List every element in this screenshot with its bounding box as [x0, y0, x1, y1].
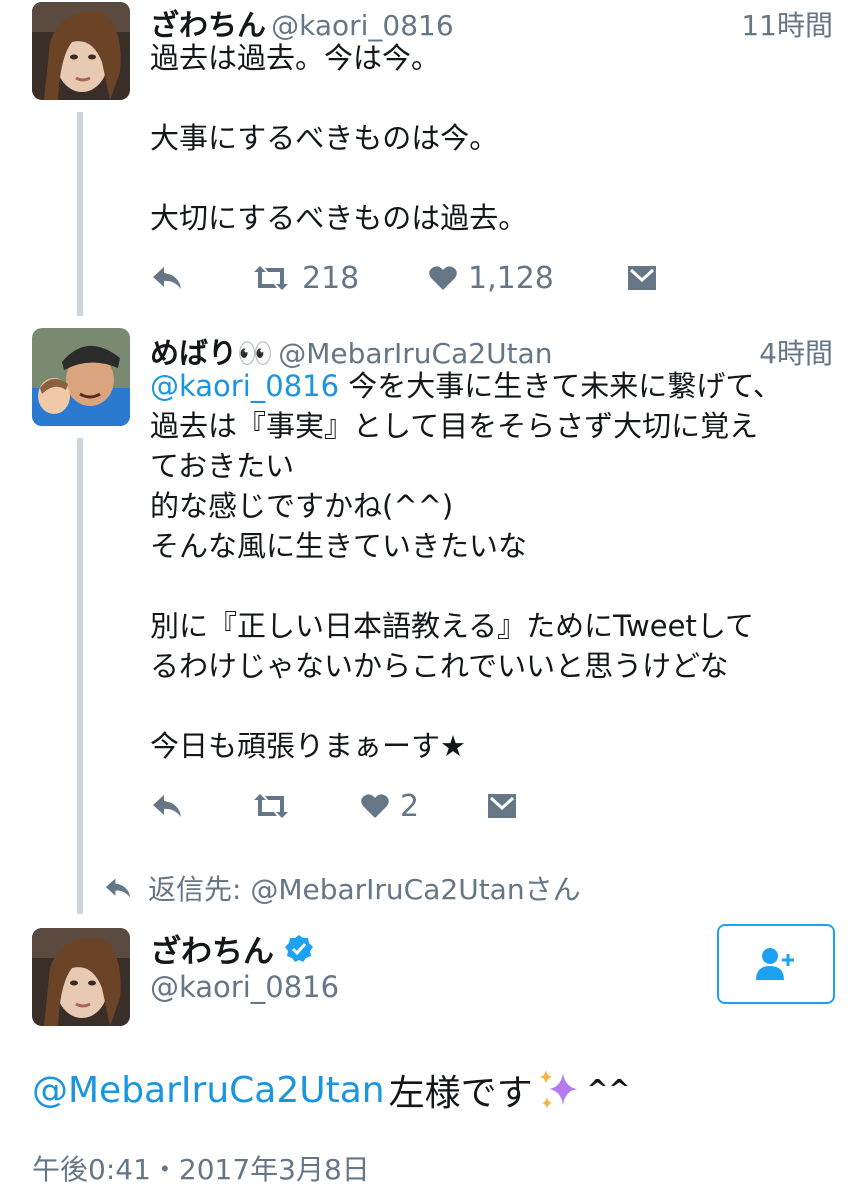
thread-line: [77, 112, 83, 316]
avatar[interactable]: [32, 928, 130, 1026]
reply-button[interactable]: [150, 786, 184, 826]
tweet-timestamp[interactable]: 午後0:41・2017年3月8日: [32, 1148, 370, 1188]
retweet-button[interactable]: [250, 786, 292, 826]
main-tweet-text: @MebarIruCa2Utan 左様です ^^: [32, 1064, 630, 1116]
tweet-text-tail: ^^: [586, 1075, 631, 1105]
tweet-actions: 218 1,128: [150, 258, 850, 298]
reply-icon: [153, 795, 181, 817]
avatar[interactable]: [32, 328, 130, 426]
dm-button[interactable]: [486, 786, 518, 826]
user-handle[interactable]: @kaori_0816: [150, 970, 339, 1004]
reply-icon: [105, 878, 131, 898]
like-button[interactable]: 2: [360, 786, 419, 826]
tweet-text: 左様です: [388, 1073, 533, 1114]
main-display-name[interactable]: ざわちん: [150, 926, 314, 971]
avatar[interactable]: [32, 2, 130, 100]
dm-icon: [488, 794, 516, 818]
follow-button[interactable]: [717, 924, 835, 1004]
retweet-button[interactable]: 218: [250, 258, 359, 298]
like-button[interactable]: 1,128: [428, 258, 554, 298]
display-name: ざわちん: [150, 934, 274, 970]
thread-line: [77, 438, 83, 914]
mention-link[interactable]: @MebarIruCa2Utan: [32, 1070, 385, 1111]
like-count: 1,128: [468, 260, 554, 296]
sparkles-icon: [539, 1070, 577, 1109]
reply-to-label: 返信先: @MebarIruCa2Utanさん: [148, 873, 581, 906]
retweet-icon: [254, 794, 288, 818]
dm-button[interactable]: [626, 258, 658, 298]
tweet-actions: 2: [150, 786, 850, 826]
tweet-text-first-line: @kaori_0816 今を大事に生きて未来に繋げて、: [150, 366, 840, 406]
like-count: 2: [400, 788, 420, 824]
verified-badge-icon: [285, 934, 313, 962]
tweet-text: 過去は過去。今は今。 大事にするべきものは今。 大切にするべきものは過去。: [150, 41, 528, 235]
retweet-count: 218: [302, 260, 360, 296]
follow-user-icon: [756, 948, 794, 980]
tweet-text: 過去は『事実』として目をそらさず大切に覚え ておきたい 的な感じですかね(^^)…: [150, 409, 759, 763]
mention-link[interactable]: @kaori_0816: [150, 369, 339, 403]
heart-icon: [429, 266, 457, 290]
dm-icon: [628, 266, 656, 290]
tweet-text: 今を大事に生きて未来に繋げて、: [339, 369, 782, 403]
reply-icon: [153, 267, 181, 289]
reply-button[interactable]: [150, 258, 184, 298]
reply-to[interactable]: 返信先: @MebarIruCa2Utanさん: [102, 868, 581, 908]
display-name[interactable]: ざわちん: [150, 8, 266, 42]
display-name[interactable]: めばり👀: [150, 336, 273, 370]
retweet-icon: [254, 266, 288, 290]
heart-icon: [361, 794, 389, 818]
